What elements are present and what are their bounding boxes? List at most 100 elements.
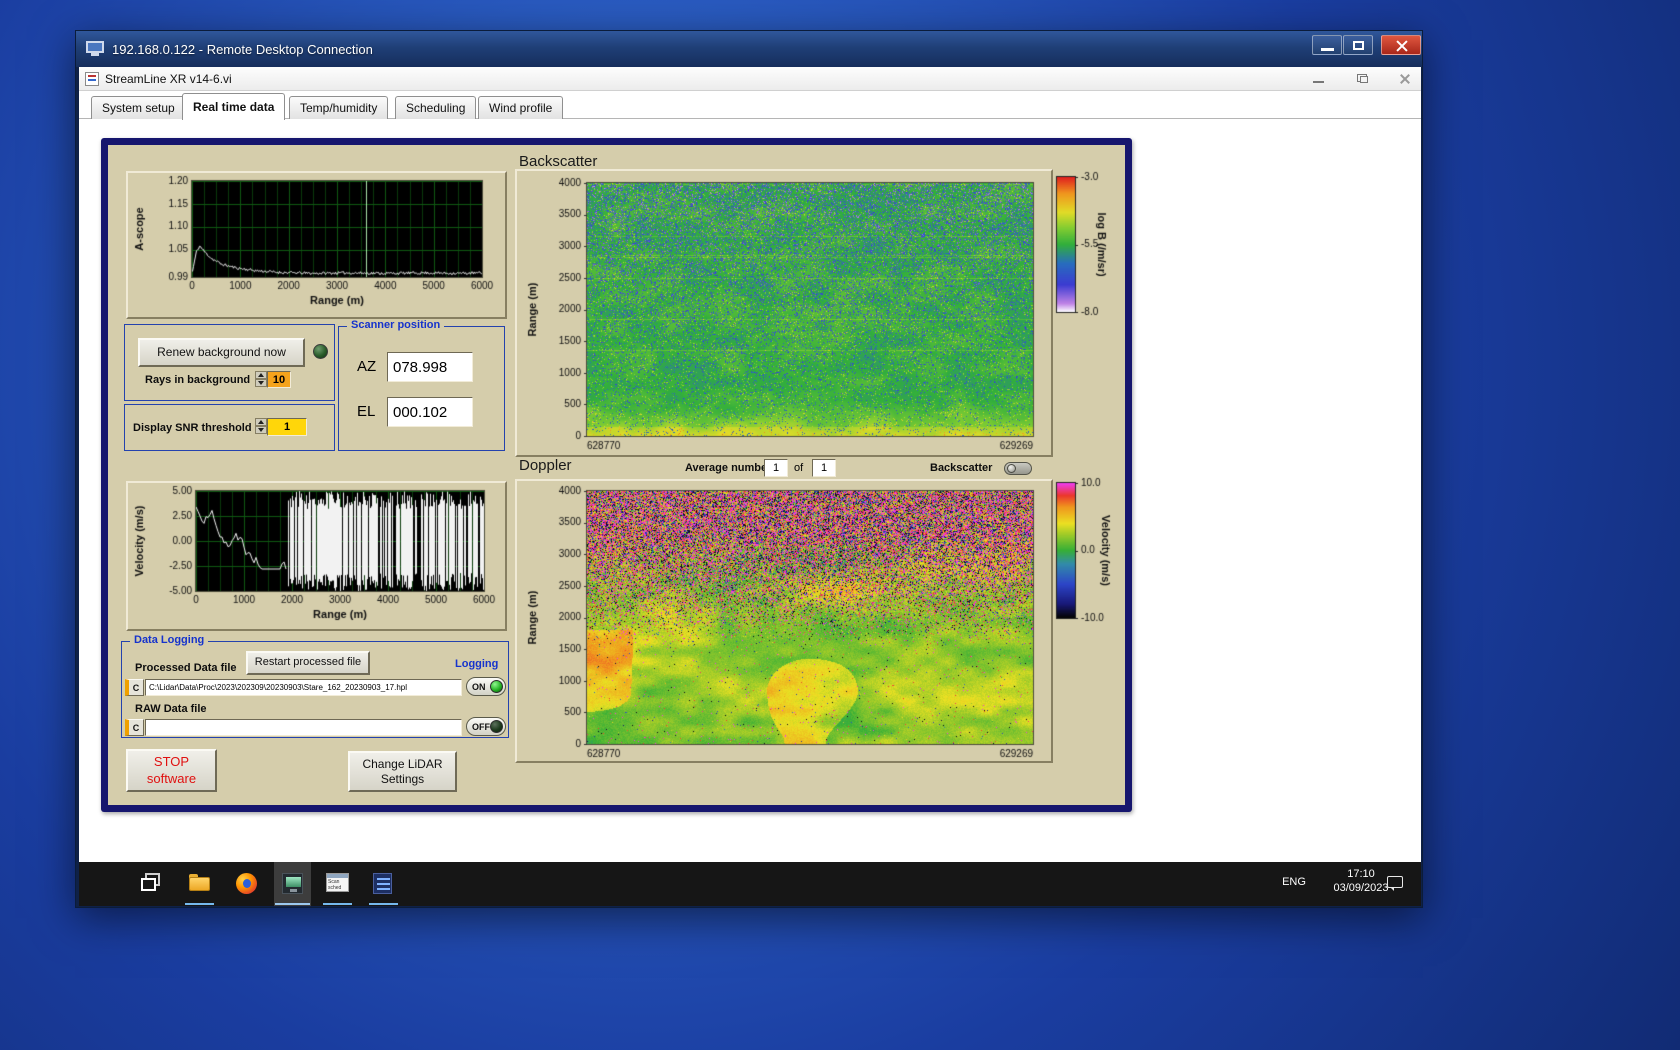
restart-processed-file-label: Restart processed file xyxy=(254,656,362,669)
rays-value[interactable]: 10 xyxy=(267,371,291,388)
folder-icon xyxy=(189,877,210,891)
renew-background-label: Renew background now xyxy=(157,345,286,359)
file-explorer-button[interactable] xyxy=(189,873,211,895)
velocity-plot-box xyxy=(126,481,507,631)
app-titlebar[interactable]: StreamLine XR v14-6.vi xyxy=(79,67,1421,91)
stop-line1: STOP xyxy=(153,754,190,770)
processed-drive-button[interactable]: C xyxy=(125,679,144,696)
panel-frame: Renew background now Rays in background … xyxy=(101,138,1132,812)
az-label: AZ xyxy=(357,358,377,375)
change-lidar-settings-button[interactable]: Change LiDAR Settings xyxy=(348,751,457,792)
data-logging-title: Data Logging xyxy=(130,634,209,646)
rdp-window-title: 192.168.0.122 - Remote Desktop Connectio… xyxy=(112,41,373,57)
minimize-icon xyxy=(1313,81,1324,83)
minimize-icon xyxy=(1321,48,1334,51)
firefox-icon xyxy=(243,879,251,888)
app-body: Renew background now Rays in background … xyxy=(79,119,1421,862)
doppler-colorbar-canvas xyxy=(1049,475,1125,650)
mini-toggle-knob xyxy=(1007,464,1016,473)
snr-threshold-label: Display SNR threshold xyxy=(133,422,252,434)
rdp-minimize-button[interactable] xyxy=(1312,35,1342,55)
running-indicator xyxy=(185,903,214,905)
backscatter-toggle[interactable] xyxy=(1004,462,1032,475)
desktop: 192.168.0.122 - Remote Desktop Connectio… xyxy=(0,0,1680,1050)
restart-processed-file-button[interactable]: Restart processed file xyxy=(246,651,370,675)
a-scope-plot-canvas xyxy=(128,173,505,317)
backscatter-title: Backscatter xyxy=(519,153,598,170)
notification-center-button[interactable] xyxy=(1387,876,1405,892)
average-total-value[interactable]: 1 xyxy=(812,459,836,477)
tab-temp-humidity[interactable]: Temp/humidity xyxy=(289,96,389,119)
tab-wind-profile[interactable]: Wind profile xyxy=(478,96,564,119)
app-minimize-button[interactable] xyxy=(1306,70,1332,88)
doppler-title: Doppler xyxy=(519,457,572,474)
renew-status-led xyxy=(313,344,328,359)
scan-scheduler-button[interactable]: Scan sched xyxy=(326,873,349,895)
average-number-label: Average number xyxy=(685,462,772,474)
rdp-titlebar[interactable]: 192.168.0.122 - Remote Desktop Connectio… xyxy=(76,31,1422,67)
spinner-up-arrow[interactable] xyxy=(255,418,267,426)
app-restore-button[interactable] xyxy=(1349,70,1375,88)
raw-path-field[interactable] xyxy=(145,719,462,736)
on-label: ON xyxy=(472,681,486,692)
tab-strip: System setup Real time data Temp/humidit… xyxy=(79,91,1421,120)
running-indicator xyxy=(275,903,310,905)
backscatter-heatmap-canvas xyxy=(517,171,1051,455)
remote-app-button[interactable] xyxy=(282,873,304,895)
snr-value[interactable]: 1 xyxy=(267,418,307,436)
vi-icon xyxy=(85,71,99,86)
raw-drive-button[interactable]: C xyxy=(125,719,144,736)
velocity-plot-canvas xyxy=(128,483,505,629)
scan-label-2: sched xyxy=(328,885,342,891)
tab-system-setup[interactable]: System setup xyxy=(91,96,186,119)
average-number-value[interactable]: 1 xyxy=(764,459,788,477)
tab-real-time-data[interactable]: Real time data xyxy=(182,93,286,120)
off-label: OFF xyxy=(472,721,490,732)
of-label: of xyxy=(794,462,804,474)
app-close-button[interactable] xyxy=(1392,70,1418,88)
spinner-down-arrow[interactable] xyxy=(255,426,267,434)
el-label: EL xyxy=(357,403,376,420)
firefox-button[interactable] xyxy=(236,873,258,895)
app-window-title: StreamLine XR v14-6.vi xyxy=(105,71,232,86)
scan-scheduler-icon: Scan sched xyxy=(326,873,349,892)
language-indicator[interactable]: ENG xyxy=(1276,876,1312,888)
rays-in-background-label: Rays in background xyxy=(145,374,251,386)
spinner-down-arrow[interactable] xyxy=(255,379,267,387)
app-window: StreamLine XR v14-6.vi System setup Real… xyxy=(79,67,1421,862)
task-view-button[interactable] xyxy=(141,873,163,895)
task-view-icon xyxy=(141,878,156,891)
running-indicator xyxy=(323,903,352,905)
taskbar: Scan sched ENG 17:10 03/09/2023 xyxy=(79,862,1421,906)
el-field[interactable]: 000.102 xyxy=(387,397,473,427)
spinner-up-arrow[interactable] xyxy=(255,371,267,379)
computer-icon xyxy=(86,41,104,56)
stop-line2: software xyxy=(146,770,197,786)
scanner-position-group: Scanner position AZ 078.998 EL 000.102 xyxy=(338,319,505,451)
doppler-heatmap-canvas xyxy=(517,481,1051,761)
scanner-position-title: Scanner position xyxy=(347,319,445,331)
az-field[interactable]: 078.998 xyxy=(387,352,473,382)
change-line2: Settings xyxy=(380,771,425,786)
rdp-close-button[interactable] xyxy=(1381,35,1421,55)
snr-spinner[interactable] xyxy=(255,418,267,434)
a-scope-plot-box xyxy=(126,171,507,319)
processed-logging-toggle[interactable]: ON xyxy=(466,677,506,696)
doppler-plot-box xyxy=(515,479,1053,763)
processed-data-file-label: Processed Data file xyxy=(135,662,237,674)
rdp-maximize-button[interactable] xyxy=(1343,35,1373,55)
rays-spinner[interactable] xyxy=(255,371,267,387)
notes-app-button[interactable] xyxy=(372,873,394,895)
backscatter-colorbar-canvas xyxy=(1049,169,1125,339)
processed-path-field[interactable]: C:\Lidar\Data\Proc\2023\202309\20230903\… xyxy=(145,679,462,696)
rdp-client-area: StreamLine XR v14-6.vi System setup Real… xyxy=(79,67,1421,906)
maximize-icon xyxy=(1353,41,1364,50)
raw-logging-toggle[interactable]: OFF xyxy=(466,717,506,736)
stop-software-button[interactable]: STOP software xyxy=(126,749,217,792)
background-controls-group: Renew background now Rays in background … xyxy=(124,324,335,401)
tab-scheduling[interactable]: Scheduling xyxy=(395,96,477,119)
logging-label: Logging xyxy=(455,658,499,670)
raw-data-file-label: RAW Data file xyxy=(135,703,207,715)
rdp-window: 192.168.0.122 - Remote Desktop Connectio… xyxy=(75,30,1423,908)
renew-background-button[interactable]: Renew background now xyxy=(138,338,305,367)
